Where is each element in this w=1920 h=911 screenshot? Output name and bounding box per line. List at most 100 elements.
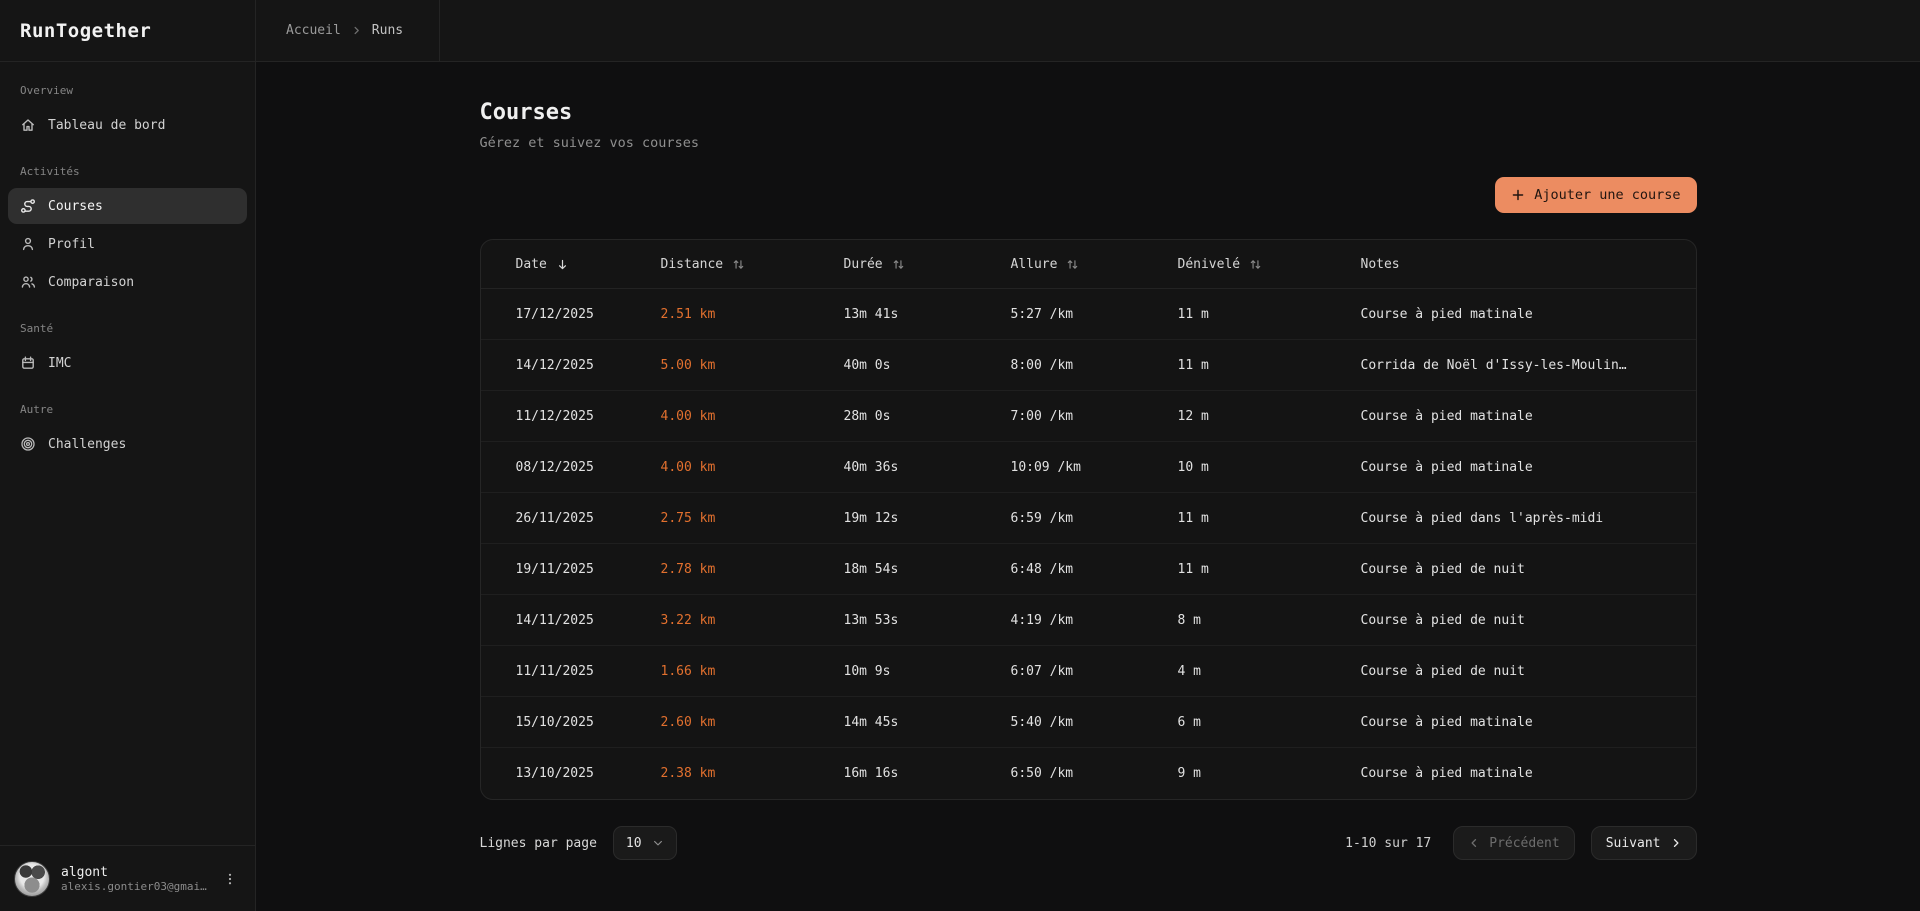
user-name: algont <box>61 865 208 880</box>
next-page-button[interactable]: Suivant <box>1591 826 1697 860</box>
sidebar-item-courses[interactable]: Courses <box>8 188 247 224</box>
sidebar-item-imc[interactable]: IMC <box>8 345 247 381</box>
calendar-icon <box>20 355 36 371</box>
sidebar-section-autre: Autre Challenges <box>8 403 247 462</box>
section-label: Overview <box>8 84 247 97</box>
column-label: Date <box>516 257 547 272</box>
sidebar-item-label: Challenges <box>48 437 126 452</box>
cell-pace: 6:50 /km <box>1011 766 1178 781</box>
table-row[interactable]: 15/10/2025 2.60 km 14m 45s 5:40 /km 6 m … <box>481 697 1696 748</box>
cell-elevation: 8 m <box>1178 613 1361 628</box>
app-logo[interactable]: RunTogether <box>0 0 256 61</box>
breadcrumb-home-link[interactable]: Accueil <box>286 23 341 38</box>
column-header-duration[interactable]: Durée <box>844 257 1011 272</box>
cell-pace: 7:00 /km <box>1011 409 1178 424</box>
cell-pace: 8:00 /km <box>1011 358 1178 373</box>
kebab-menu-icon[interactable] <box>219 868 241 890</box>
cell-notes: Course à pied de nuit <box>1361 562 1682 577</box>
table-row[interactable]: 13/10/2025 2.38 km 16m 16s 6:50 /km 9 m … <box>481 748 1696 799</box>
table-header-row: Date Distance Durée <box>481 240 1696 289</box>
cell-notes: Course à pied de nuit <box>1361 664 1682 679</box>
sidebar-item-label: Tableau de bord <box>48 118 165 133</box>
sidebar-section-overview: Overview Tableau de bord <box>8 84 247 143</box>
cell-date: 08/12/2025 <box>516 460 661 475</box>
section-label: Autre <box>8 403 247 416</box>
section-label: Activités <box>8 165 247 178</box>
rows-per-page-label: Lignes par page <box>480 836 597 851</box>
sort-both-icon <box>732 258 745 271</box>
cell-date: 11/11/2025 <box>516 664 661 679</box>
breadcrumb: Accueil Runs <box>256 0 440 61</box>
cell-elevation: 6 m <box>1178 715 1361 730</box>
breadcrumb-current: Runs <box>372 23 403 38</box>
sidebar-item-challenges[interactable]: Challenges <box>8 426 247 462</box>
user-meta: algont alexis.gontier03@gmail.… <box>61 865 208 893</box>
cell-date: 14/11/2025 <box>516 613 661 628</box>
sidebar-item-tableau-de-bord[interactable]: Tableau de bord <box>8 107 247 143</box>
table-row[interactable]: 19/11/2025 2.78 km 18m 54s 6:48 /km 11 m… <box>481 544 1696 595</box>
route-icon <box>20 198 36 214</box>
cell-duration: 14m 45s <box>844 715 1011 730</box>
column-header-date[interactable]: Date <box>516 257 661 272</box>
table-row[interactable]: 14/11/2025 3.22 km 13m 53s 4:19 /km 8 m … <box>481 595 1696 646</box>
table-row[interactable]: 11/11/2025 1.66 km 10m 9s 6:07 /km 4 m C… <box>481 646 1696 697</box>
table-row[interactable]: 14/12/2025 5.00 km 40m 0s 8:00 /km 11 m … <box>481 340 1696 391</box>
cell-elevation: 12 m <box>1178 409 1361 424</box>
cell-elevation: 11 m <box>1178 562 1361 577</box>
sidebar-item-label: Comparaison <box>48 275 134 290</box>
cell-date: 13/10/2025 <box>516 766 661 781</box>
chevron-right-icon <box>1670 837 1682 849</box>
table-row[interactable]: 17/12/2025 2.51 km 13m 41s 5:27 /km 11 m… <box>481 289 1696 340</box>
sort-both-icon <box>1066 258 1079 271</box>
avatar <box>14 861 50 897</box>
rows-per-page-value: 10 <box>626 836 642 851</box>
cell-elevation: 11 m <box>1178 511 1361 526</box>
sidebar: Overview Tableau de bord Activités Cours… <box>0 62 256 911</box>
add-run-button[interactable]: Ajouter une course <box>1495 177 1696 213</box>
sidebar-item-comparaison[interactable]: Comparaison <box>8 264 247 300</box>
column-header-notes: Notes <box>1361 257 1682 272</box>
pagination-range: 1-10 sur 17 <box>1345 836 1431 851</box>
topbar: RunTogether Accueil Runs <box>0 0 1920 62</box>
previous-page-label: Précédent <box>1489 836 1559 851</box>
user-panel[interactable]: algont alexis.gontier03@gmail.… <box>0 845 255 911</box>
sort-both-icon <box>1249 258 1262 271</box>
cell-distance: 2.75 km <box>661 511 844 526</box>
cell-duration: 40m 36s <box>844 460 1011 475</box>
chevron-left-icon <box>1468 837 1480 849</box>
column-header-distance[interactable]: Distance <box>661 257 844 272</box>
column-header-pace[interactable]: Allure <box>1011 257 1178 272</box>
runs-table: Date Distance Durée <box>480 239 1697 800</box>
cell-date: 17/12/2025 <box>516 307 661 322</box>
cell-notes: Course à pied matinale <box>1361 409 1682 424</box>
cell-distance: 5.00 km <box>661 358 844 373</box>
cell-pace: 6:07 /km <box>1011 664 1178 679</box>
user-icon <box>20 236 36 252</box>
home-icon <box>20 117 36 133</box>
table-row[interactable]: 11/12/2025 4.00 km 28m 0s 7:00 /km 12 m … <box>481 391 1696 442</box>
sidebar-item-profil[interactable]: Profil <box>8 226 247 262</box>
table-body: 17/12/2025 2.51 km 13m 41s 5:27 /km 11 m… <box>481 289 1696 799</box>
section-label: Santé <box>8 322 247 335</box>
cell-pace: 6:48 /km <box>1011 562 1178 577</box>
column-label: Notes <box>1361 257 1400 272</box>
column-header-elevation[interactable]: Dénivelé <box>1178 257 1361 272</box>
cell-notes: Corrida de Noël d'Issy-les-Moulin… <box>1361 358 1682 373</box>
cell-distance: 2.60 km <box>661 715 844 730</box>
table-row[interactable]: 08/12/2025 4.00 km 40m 36s 10:09 /km 10 … <box>481 442 1696 493</box>
cell-elevation: 11 m <box>1178 307 1361 322</box>
table-row[interactable]: 26/11/2025 2.75 km 19m 12s 6:59 /km 11 m… <box>481 493 1696 544</box>
cell-distance: 2.78 km <box>661 562 844 577</box>
previous-page-button[interactable]: Précédent <box>1453 826 1574 860</box>
cell-date: 14/12/2025 <box>516 358 661 373</box>
sidebar-item-label: IMC <box>48 356 71 371</box>
rows-per-page-select[interactable]: 10 <box>613 826 677 860</box>
column-label: Dénivelé <box>1178 257 1241 272</box>
cell-notes: Course à pied dans l'après-midi <box>1361 511 1682 526</box>
cell-distance: 2.51 km <box>661 307 844 322</box>
cell-distance: 4.00 km <box>661 409 844 424</box>
cell-duration: 13m 53s <box>844 613 1011 628</box>
cell-duration: 28m 0s <box>844 409 1011 424</box>
cell-pace: 5:40 /km <box>1011 715 1178 730</box>
cell-distance: 2.38 km <box>661 766 844 781</box>
